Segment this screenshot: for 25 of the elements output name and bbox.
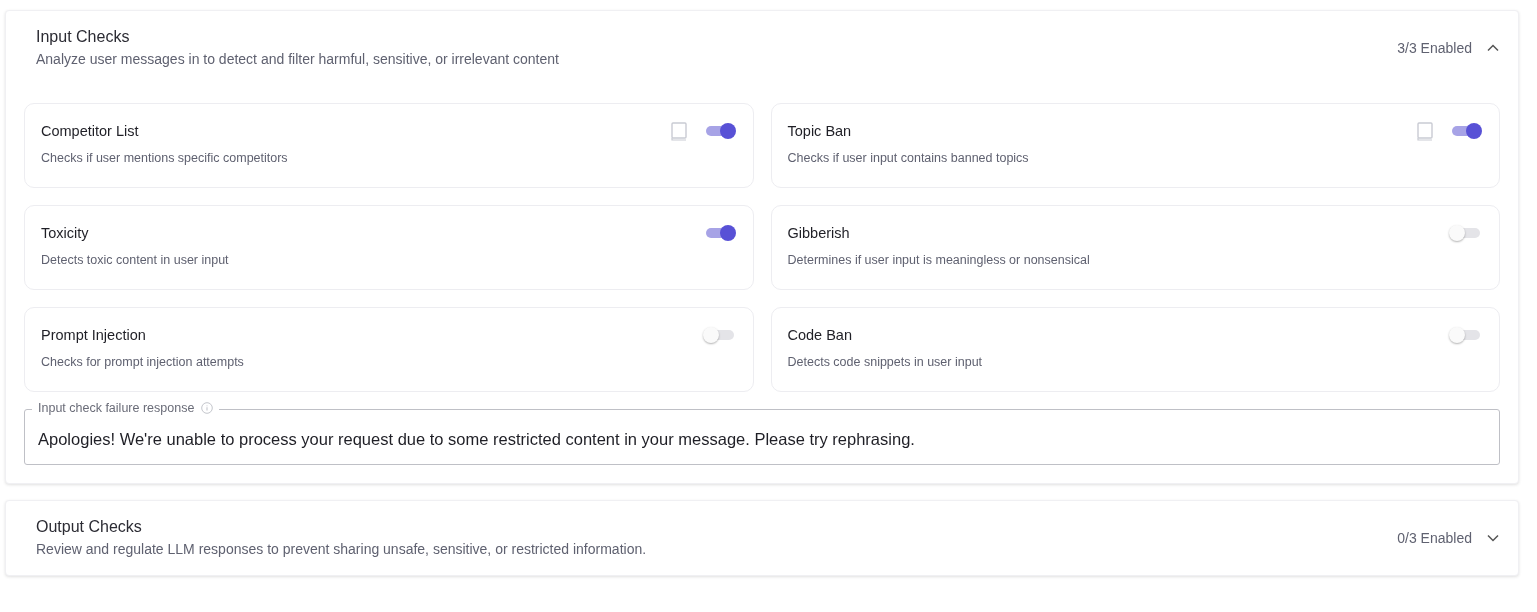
- check-name: Code Ban: [787, 327, 853, 343]
- toggle-switch[interactable]: [704, 325, 735, 345]
- check-name: Gibberish: [787, 225, 851, 241]
- check-name: Toxicity: [41, 225, 90, 241]
- section-title: Output Checks: [36, 518, 143, 536]
- check-name: Topic Ban: [787, 123, 853, 139]
- check-description: Checks if user mentions specific competitors: [41, 151, 289, 165]
- toggle-switch[interactable]: [1451, 325, 1481, 345]
- check-description: Determines if user input is meaningless or nonsensical: [787, 253, 1091, 267]
- check-name: Prompt Injection: [41, 327, 147, 343]
- section-description: Review and regulate LLM responses to prevent sharing unsafe, sensitive, or restricted information.: [36, 541, 648, 557]
- check-description: Detects toxic content in user input: [41, 253, 230, 267]
- section-title: Input Checks: [36, 28, 131, 46]
- check-name: Competitor List: [41, 123, 140, 139]
- toggle-switch[interactable]: [1451, 121, 1481, 141]
- enabled-count: 3/3 Enabled: [1397, 39, 1472, 56]
- check-description: Detects code snippets in user input: [787, 355, 984, 369]
- section-description: Analyze user messages in to detect and filter harmful, sensitive, or irrelevant content: [36, 51, 560, 67]
- enabled-count: 0/3 Enabled: [1397, 529, 1472, 546]
- toggle-switch[interactable]: [1451, 223, 1481, 243]
- toggle-switch[interactable]: [704, 223, 735, 243]
- info-icon: [201, 402, 214, 414]
- toggle-switch[interactable]: [704, 121, 735, 141]
- check-description: Checks for prompt injection attempts: [41, 355, 245, 369]
- check-description: Checks if user input contains banned topics: [787, 151, 1030, 165]
